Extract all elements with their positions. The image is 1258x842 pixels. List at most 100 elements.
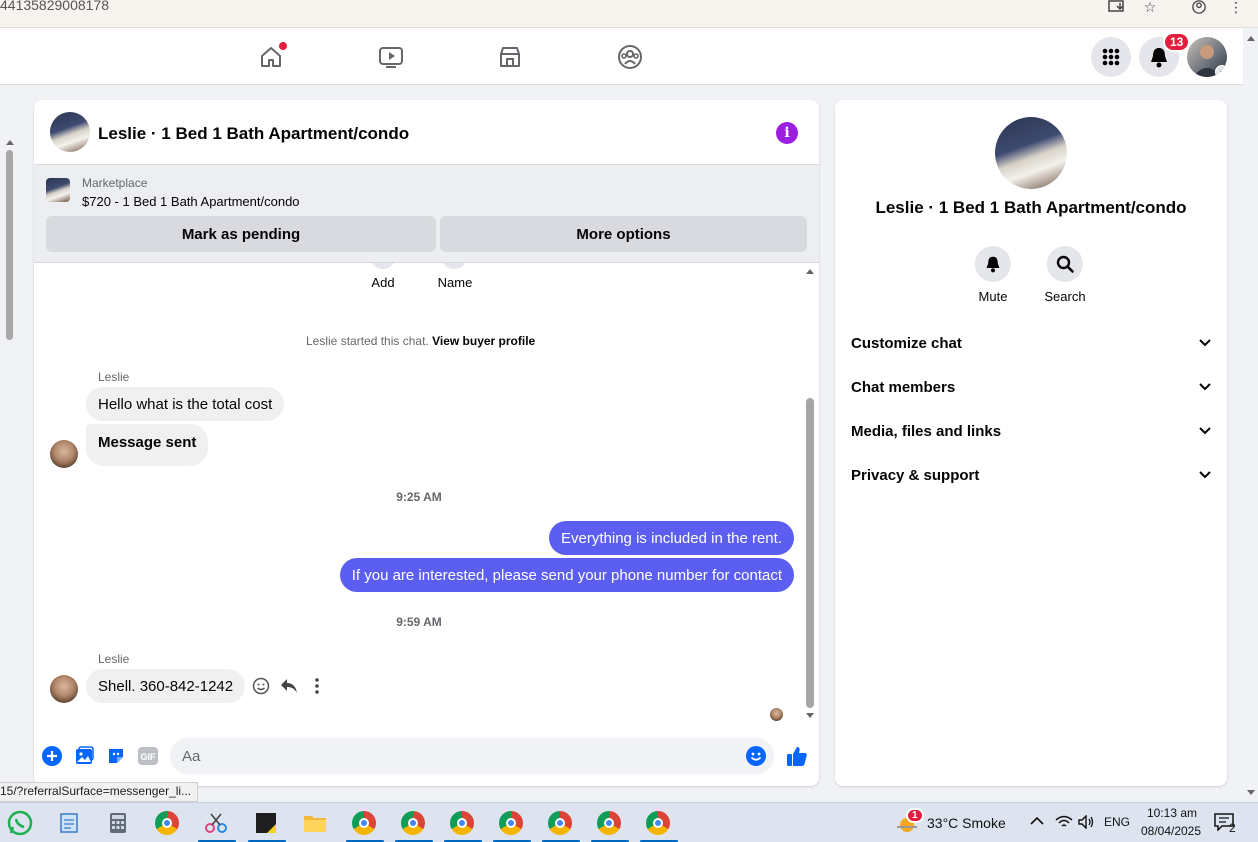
- tray-expand-icon[interactable]: [1030, 813, 1044, 829]
- sender-name: Leslie: [98, 370, 130, 384]
- chevron-down-icon: ▾: [1215, 65, 1227, 77]
- status-link-preview: 15/?referralSurface=messenger_li...: [0, 782, 199, 802]
- notification-count: 2: [1229, 821, 1236, 835]
- file-explorer-icon[interactable]: [301, 809, 329, 837]
- more-options-button[interactable]: More options: [440, 216, 807, 252]
- chrome-profile-5-icon[interactable]: [546, 809, 574, 837]
- marketplace-banner: Marketplace $720 - 1 Bed 1 Bath Apartmen…: [34, 165, 819, 263]
- network-icon[interactable]: [1055, 815, 1073, 832]
- calculator-icon[interactable]: [104, 809, 132, 837]
- listing-price-title[interactable]: $720 - 1 Bed 1 Bath Apartment/condo: [82, 194, 300, 209]
- weather-alert-badge: 1: [906, 808, 924, 823]
- gif-icon[interactable]: GIF: [136, 744, 160, 768]
- notifications-badge: 13: [1163, 32, 1191, 52]
- whatsapp-icon[interactable]: [6, 809, 34, 837]
- chevron-down-icon: [1199, 383, 1211, 391]
- add-label: Add: [371, 275, 395, 290]
- thumbs-up-icon[interactable]: [785, 744, 809, 768]
- sticker-icon[interactable]: [104, 744, 128, 768]
- incoming-message[interactable]: Message sent: [86, 424, 209, 466]
- language-indicator[interactable]: ENG: [1104, 815, 1130, 829]
- clock-time[interactable]: 10:13 am: [1142, 806, 1202, 820]
- search-button[interactable]: Search: [1035, 246, 1095, 304]
- weather-text[interactable]: 33°C Smoke: [927, 815, 1006, 831]
- browser-address-bar[interactable]: 44135829008178 ☆ ⋮: [0, 0, 1258, 28]
- window-scroll-up-icon[interactable]: [1246, 34, 1256, 42]
- react-emoji-icon[interactable]: [250, 675, 272, 697]
- accordion-customize-chat[interactable]: Customize chat: [851, 331, 1211, 355]
- marketplace-icon[interactable]: [495, 42, 525, 72]
- outgoing-message[interactable]: Everything is included in the rent.: [549, 521, 794, 555]
- listing-small-thumbnail[interactable]: [46, 178, 70, 202]
- browser-menu-icon[interactable]: ⋮: [1227, 0, 1245, 15]
- chevron-down-icon: [1199, 339, 1211, 347]
- bell-icon: [975, 246, 1011, 282]
- chrome-profile-7-icon[interactable]: [644, 809, 672, 837]
- home-notification-dot: [279, 42, 287, 50]
- snipping-tool-icon[interactable]: [202, 809, 230, 837]
- account-avatar[interactable]: ▾: [1187, 37, 1227, 77]
- view-buyer-profile-link[interactable]: View buyer profile: [432, 334, 535, 348]
- listing-photo[interactable]: [995, 117, 1067, 189]
- mute-button[interactable]: Mute: [963, 246, 1023, 304]
- photo-icon[interactable]: [72, 744, 96, 768]
- scroll-up-arrow-icon[interactable]: [5, 138, 15, 146]
- reply-icon[interactable]: [278, 675, 300, 697]
- chat-header: Leslie · 1 Bed 1 Bath Apartment/condo i: [34, 100, 819, 165]
- chat-scrollbar-thumb[interactable]: [806, 398, 814, 708]
- accordion-chat-members[interactable]: Chat members: [851, 375, 1211, 399]
- svg-text:GIF: GIF: [141, 752, 157, 762]
- scroll-up-arrow-icon[interactable]: [805, 267, 815, 275]
- sender-name: Leslie: [98, 652, 130, 666]
- clock-date[interactable]: 08/04/2025: [1138, 824, 1204, 838]
- install-app-icon[interactable]: [1108, 0, 1126, 14]
- leslie-avatar[interactable]: [50, 675, 78, 703]
- chrome-profile-1-icon[interactable]: [350, 809, 378, 837]
- groups-icon[interactable]: [615, 42, 645, 72]
- chrome-profile-3-icon[interactable]: [448, 809, 476, 837]
- windows-taskbar: 1 33°C Smoke ENG 10:13 am 08/04/2025 2: [0, 802, 1258, 842]
- mark-as-pending-button[interactable]: Mark as pending: [46, 216, 436, 252]
- bookmark-star-icon[interactable]: ☆: [1141, 0, 1159, 15]
- chrome-profile-2-icon[interactable]: [399, 809, 427, 837]
- scroll-down-arrow-icon[interactable]: [805, 712, 815, 720]
- search-icon: [1047, 246, 1083, 282]
- emoji-icon[interactable]: [744, 744, 768, 768]
- accordion-privacy-support[interactable]: Privacy & support: [851, 463, 1211, 487]
- incoming-message[interactable]: Shell. 360-842-1242: [86, 669, 246, 703]
- add-circle[interactable]: [370, 263, 396, 269]
- listing-thumbnail[interactable]: [50, 112, 90, 152]
- volume-icon[interactable]: [1078, 814, 1094, 832]
- composer: GIF Aa: [34, 730, 819, 786]
- grid-icon: [1102, 48, 1120, 66]
- chat-started-text: Leslie started this chat. View buyer pro…: [306, 334, 536, 348]
- video-icon[interactable]: [376, 42, 406, 72]
- message-input[interactable]: Aa: [170, 738, 774, 774]
- name-circle[interactable]: [441, 263, 467, 269]
- chrome-profile-4-icon[interactable]: [497, 809, 525, 837]
- timestamp: 9:25 AM: [396, 490, 442, 504]
- chrome-profile-6-icon[interactable]: [595, 809, 623, 837]
- window-scroll-down-icon[interactable]: [1246, 789, 1256, 797]
- leslie-avatar[interactable]: [50, 440, 78, 468]
- profile-icon[interactable]: [1190, 0, 1208, 14]
- outgoing-message[interactable]: If you are interested, please send your …: [339, 558, 794, 592]
- name-label: Name: [437, 275, 473, 290]
- chat-title[interactable]: Leslie · 1 Bed 1 Bath Apartment/condo: [98, 124, 409, 144]
- info-icon[interactable]: i: [776, 122, 798, 144]
- marketplace-label: Marketplace: [82, 176, 148, 190]
- home-icon[interactable]: [256, 42, 287, 72]
- menu-grid-button[interactable]: [1091, 37, 1131, 77]
- plus-circle-icon[interactable]: [40, 744, 64, 768]
- chat-info-panel: Leslie · 1 Bed 1 Bath Apartment/condo Mu…: [835, 100, 1227, 786]
- facebook-navbar: 13 ▾: [0, 28, 1243, 85]
- notepad-app-icon[interactable]: [55, 809, 83, 837]
- sticky-notes-icon[interactable]: [252, 809, 280, 837]
- accordion-media-files-links[interactable]: Media, files and links: [851, 419, 1211, 443]
- page-scrollbar-thumb[interactable]: [6, 150, 13, 340]
- chrome-icon[interactable]: [153, 809, 181, 837]
- chevron-down-icon: [1199, 471, 1211, 479]
- more-actions-icon[interactable]: [306, 675, 328, 697]
- message-list: Add Name Leslie started this chat. View …: [34, 263, 819, 723]
- incoming-message[interactable]: Hello what is the total cost: [86, 387, 285, 421]
